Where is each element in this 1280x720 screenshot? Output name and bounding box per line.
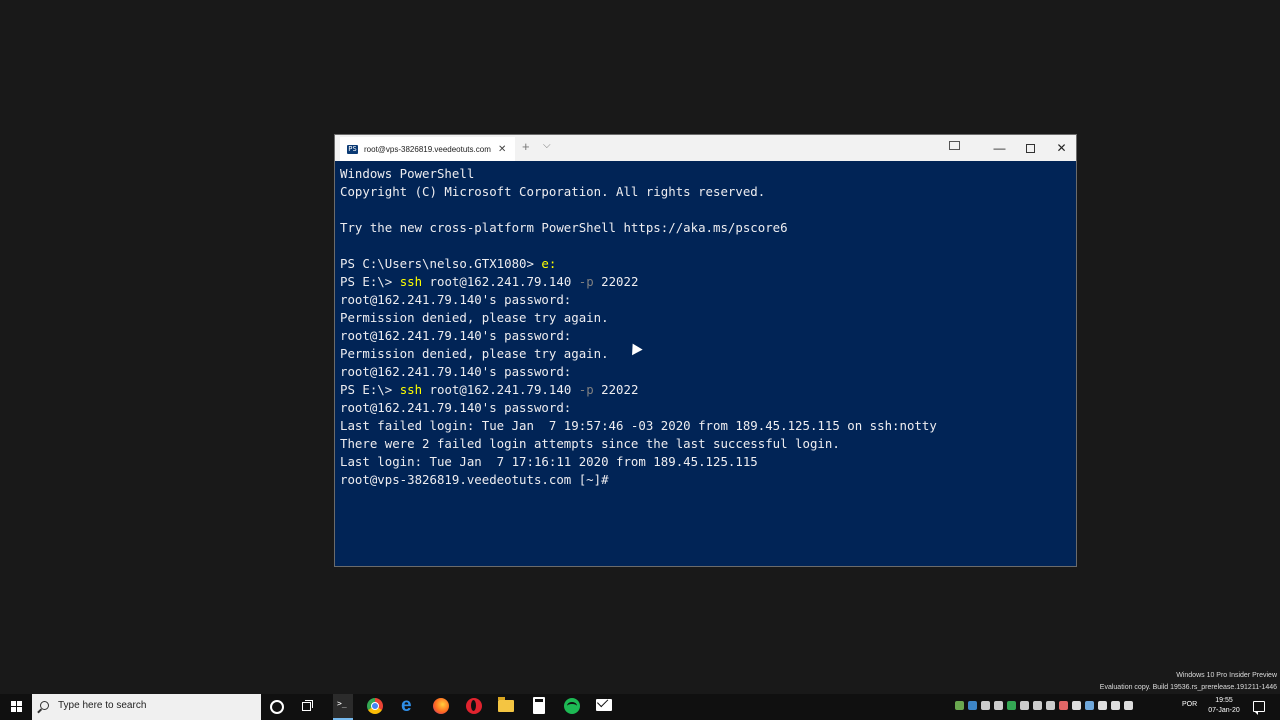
terminal-line: There were 2 failed login attempts since… bbox=[340, 435, 1070, 453]
terminal-line: Last failed login: Tue Jan 7 19:57:46 -0… bbox=[340, 417, 1070, 435]
build-watermark: Windows 10 Pro Insider Preview Evaluatio… bbox=[1100, 670, 1277, 694]
terminal-line: Try the new cross-platform PowerShell ht… bbox=[340, 219, 1070, 237]
terminal-text: There were 2 failed login attempts since… bbox=[340, 436, 840, 451]
search-box[interactable]: Type here to search bbox=[32, 694, 261, 720]
close-button[interactable]: ✕ bbox=[1046, 135, 1077, 161]
terminal-text: root@162.241.79.140's password: bbox=[340, 292, 572, 307]
terminal-text: Copyright (C) Microsoft Corporation. All… bbox=[340, 184, 766, 199]
tray-icon[interactable] bbox=[1072, 701, 1081, 710]
terminal-line: PS C:\Users\nelso.GTX1080> e: bbox=[340, 255, 1070, 273]
tab-ssh-session[interactable]: PS root@vps-3826819.veedeotuts.com ✕ bbox=[340, 137, 515, 161]
tray-icon[interactable] bbox=[981, 701, 990, 710]
terminal-text: PS C:\Users\nelso.GTX1080> bbox=[340, 256, 542, 271]
terminal-line: root@162.241.79.140's password: bbox=[340, 291, 1070, 309]
tray-icon[interactable] bbox=[968, 701, 977, 710]
terminal-text: ssh bbox=[399, 382, 423, 397]
terminal-text: PS E:\> bbox=[340, 382, 400, 397]
terminal-text: 22022 bbox=[593, 274, 639, 289]
tray-icon[interactable] bbox=[1020, 701, 1029, 710]
watermark-edition: Windows 10 Pro Insider Preview bbox=[1176, 672, 1277, 679]
terminal-output[interactable]: Windows PowerShell Copyright (C) Microsof… bbox=[340, 165, 1070, 560]
terminal-text: root@vps-3826819.veedeotuts.com [~]# bbox=[340, 472, 609, 487]
terminal-text: PS E:\> bbox=[340, 274, 400, 289]
tray-icon[interactable] bbox=[1124, 701, 1133, 710]
terminal-text: Windows PowerShell bbox=[340, 166, 475, 181]
terminal-text: Try the new cross-platform PowerShell ht… bbox=[340, 220, 788, 235]
terminal-text: Last failed login: Tue Jan 7 19:57:46 -0… bbox=[340, 418, 937, 433]
minimize-button[interactable]: — bbox=[984, 135, 1015, 161]
terminal-line: root@162.241.79.140's password: bbox=[340, 327, 1070, 345]
maximize-icon bbox=[1026, 144, 1035, 154]
terminal-line: PS E:\> ssh root@162.241.79.140 -p 22022 bbox=[340, 273, 1070, 291]
clock-date: 07-Jan-20 bbox=[1208, 707, 1240, 714]
language-indicator[interactable]: POR bbox=[1182, 701, 1197, 708]
terminal-text: root@162.241.79.140 bbox=[422, 274, 579, 289]
tab-dropdown-button[interactable]: ⌵ bbox=[543, 140, 551, 151]
chrome-icon[interactable] bbox=[367, 698, 383, 714]
system-tray[interactable] bbox=[955, 701, 1133, 713]
clock-time: 19:55 bbox=[1215, 697, 1233, 704]
title-bar[interactable]: PS root@vps-3826819.veedeotuts.com ✕ + ⌵… bbox=[335, 135, 1076, 161]
terminal-text: -p bbox=[578, 382, 594, 397]
terminal-text: root@162.241.79.140's password: bbox=[340, 364, 572, 379]
tray-icon[interactable] bbox=[994, 701, 1003, 710]
terminal-text: Last login: Tue Jan 7 17:16:11 2020 from… bbox=[340, 454, 758, 469]
terminal-line: root@vps-3826819.veedeotuts.com [~]# bbox=[340, 471, 1070, 489]
firefox-icon[interactable] bbox=[433, 698, 449, 714]
terminal-line: PS E:\> ssh root@162.241.79.140 -p 22022 bbox=[340, 381, 1070, 399]
edge-icon[interactable]: e bbox=[401, 696, 419, 716]
terminal-text: Permission denied, please try again. bbox=[340, 346, 609, 361]
terminal-text: e: bbox=[541, 256, 557, 271]
terminal-line: root@162.241.79.140's password: bbox=[340, 363, 1070, 381]
tab-title: root@vps-3826819.veedeotuts.com bbox=[364, 144, 491, 154]
start-button[interactable] bbox=[0, 694, 32, 720]
terminal-text: ssh bbox=[399, 274, 423, 289]
terminal-text: root@162.241.79.140's password: bbox=[340, 400, 572, 415]
terminal-text: Permission denied, please try again. bbox=[340, 310, 609, 325]
tray-icon[interactable] bbox=[1098, 701, 1107, 710]
terminal-text: 22022 bbox=[593, 382, 639, 397]
maximize-button[interactable] bbox=[1015, 135, 1046, 161]
terminal-line: Last login: Tue Jan 7 17:16:11 2020 from… bbox=[340, 453, 1070, 471]
taskbar: Type here to search e POR 19:55 07-Jan-2… bbox=[0, 694, 1280, 720]
terminal-line: Windows PowerShell bbox=[340, 165, 1070, 183]
spotify-icon[interactable] bbox=[564, 698, 580, 714]
new-tab-button[interactable]: + bbox=[522, 139, 530, 154]
powershell-icon: PS bbox=[347, 144, 358, 154]
search-placeholder: Type here to search bbox=[58, 700, 147, 711]
tray-icon[interactable] bbox=[1111, 701, 1120, 710]
terminal-text: root@162.241.79.140's password: bbox=[340, 328, 572, 343]
mail-icon[interactable] bbox=[596, 699, 612, 711]
terminal-line: root@162.241.79.140's password: bbox=[340, 399, 1070, 417]
windows-logo-icon bbox=[11, 701, 22, 712]
calculator-icon[interactable] bbox=[533, 697, 545, 714]
search-icon bbox=[40, 701, 49, 710]
tray-icon[interactable] bbox=[1085, 701, 1094, 710]
notification-center-icon[interactable] bbox=[1253, 701, 1265, 715]
windows-terminal-app-icon[interactable] bbox=[333, 694, 353, 720]
cortana-icon[interactable] bbox=[270, 700, 284, 714]
terminal-line: Copyright (C) Microsoft Corporation. All… bbox=[340, 183, 1070, 201]
window-mode-icon[interactable] bbox=[949, 141, 960, 150]
terminal-text: root@162.241.79.140 bbox=[422, 382, 579, 397]
file-explorer-icon[interactable] bbox=[498, 697, 514, 712]
opera-icon[interactable] bbox=[466, 698, 482, 714]
tray-icon[interactable] bbox=[955, 701, 964, 710]
terminal-text: -p bbox=[578, 274, 594, 289]
terminal-line: Permission denied, please try again. bbox=[340, 345, 1070, 363]
terminal-line: Permission denied, please try again. bbox=[340, 309, 1070, 327]
tray-icon[interactable] bbox=[1059, 701, 1068, 710]
tray-icon[interactable] bbox=[1046, 701, 1055, 710]
watermark-build: Evaluation copy. Build 19536.rs_prerelea… bbox=[1099, 684, 1277, 691]
task-view-icon[interactable] bbox=[302, 700, 314, 712]
clock[interactable]: 19:55 07-Jan-20 bbox=[1204, 696, 1244, 716]
tray-icon[interactable] bbox=[1007, 701, 1016, 710]
terminal-window[interactable]: PS root@vps-3826819.veedeotuts.com ✕ + ⌵… bbox=[334, 134, 1077, 567]
tray-icon[interactable] bbox=[1033, 701, 1042, 710]
tab-close-icon[interactable]: ✕ bbox=[498, 144, 506, 155]
